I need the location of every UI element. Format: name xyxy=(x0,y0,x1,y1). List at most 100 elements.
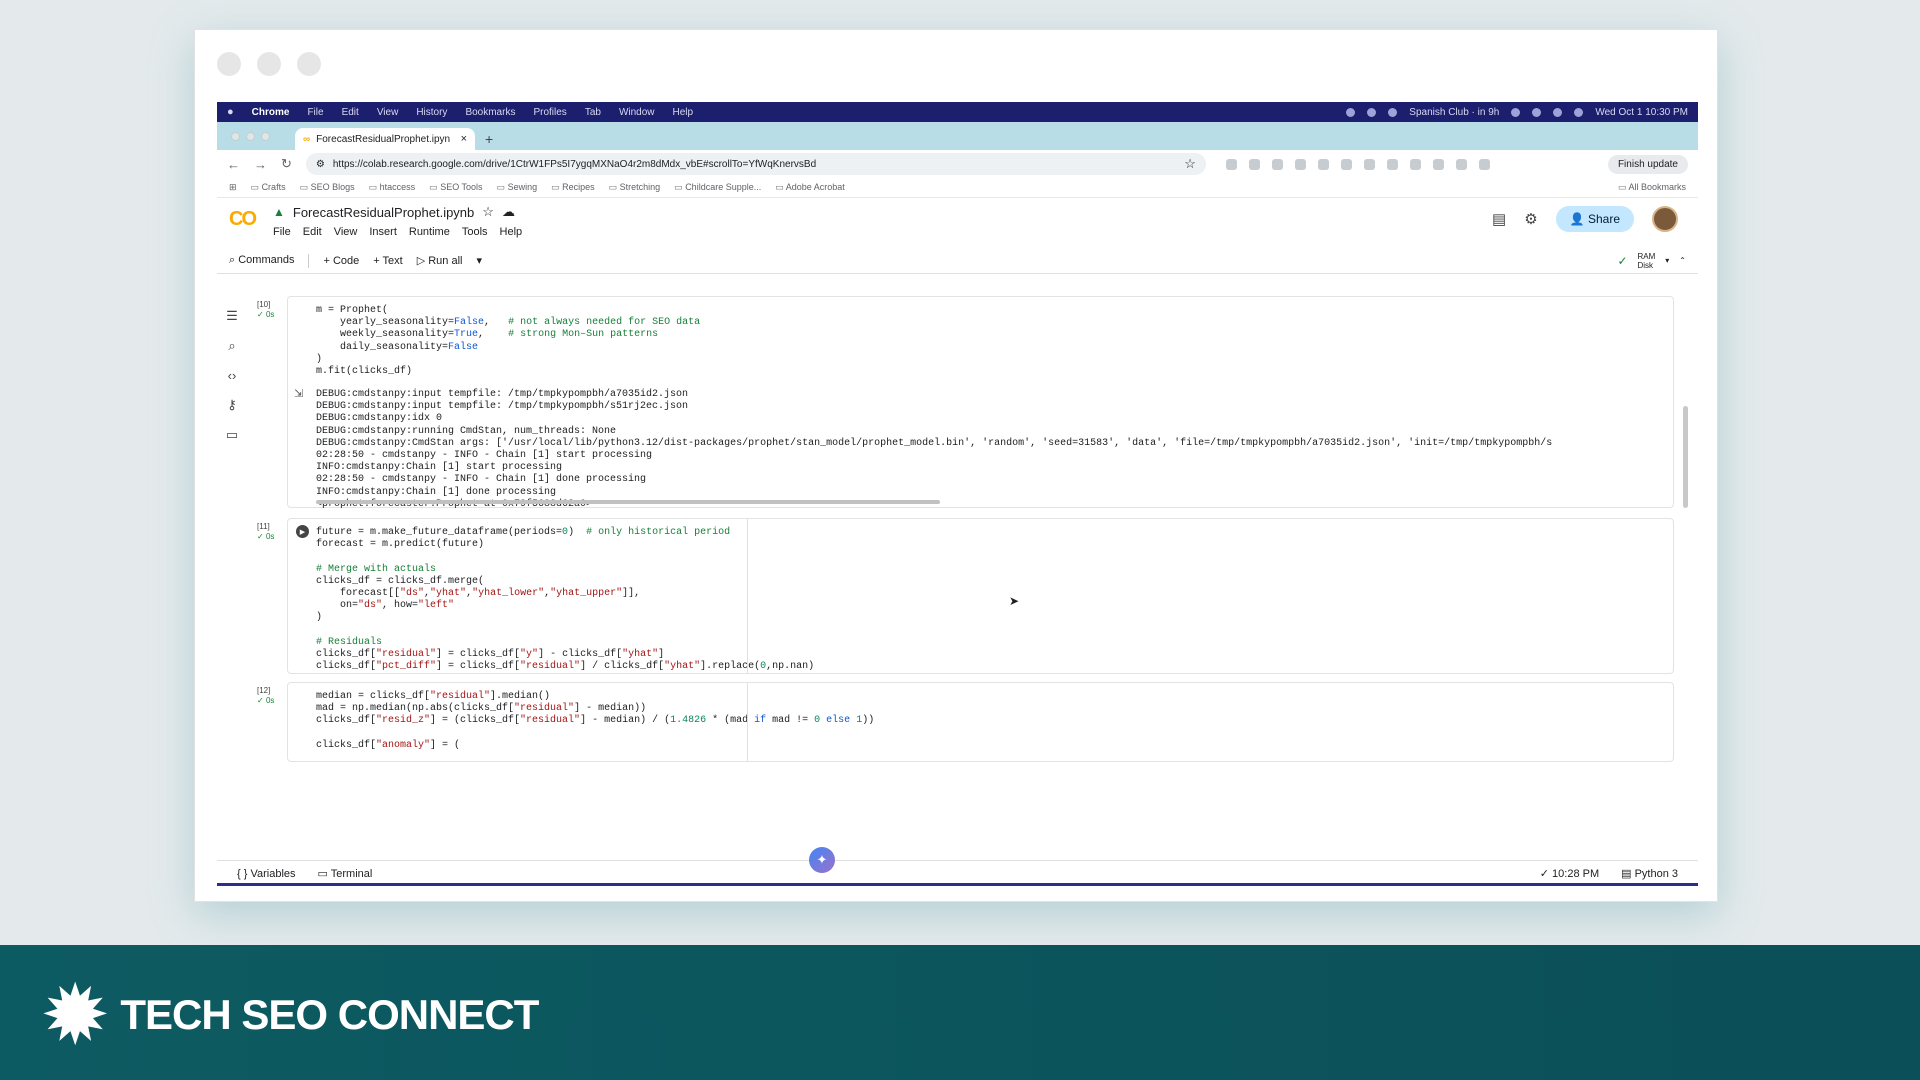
reload-icon[interactable]: ↻ xyxy=(281,156,292,172)
kernel-indicator[interactable]: ▤ Python 3 xyxy=(1621,867,1678,880)
add-text-button[interactable]: + Text xyxy=(373,255,402,267)
close-tab-icon[interactable]: × xyxy=(461,133,467,145)
collapse-icon[interactable]: ⌃ xyxy=(1679,256,1686,265)
menu-edit[interactable]: Edit xyxy=(303,226,322,238)
menu-file[interactable]: File xyxy=(273,226,291,238)
bookmark-item[interactable]: Stretching xyxy=(609,182,661,193)
vertical-scrollbar[interactable] xyxy=(1683,406,1688,508)
bookmark-item[interactable]: Childcare Supple... xyxy=(674,182,761,193)
menu-insert[interactable]: Insert xyxy=(369,226,397,238)
code-text[interactable]: future = m.make_future_dataframe(periods… xyxy=(316,527,814,673)
status-icon[interactable] xyxy=(1346,107,1356,117)
calendar-event[interactable]: Spanish Club · in 9h xyxy=(1409,107,1499,118)
runtime-dropdown-icon[interactable]: ▾ xyxy=(1665,256,1669,265)
gemini-sparkle-icon[interactable]: ✦ xyxy=(809,847,835,873)
status-icon[interactable] xyxy=(1532,107,1542,117)
bookmark-item[interactable]: Sewing xyxy=(497,182,538,193)
run-all-button[interactable]: ▷ Run all xyxy=(417,254,463,267)
secrets-key-icon[interactable]: ⚷ xyxy=(227,397,237,413)
extension-icon[interactable] xyxy=(1432,158,1444,170)
minimize-dot[interactable] xyxy=(246,132,255,141)
horizontal-scrollbar[interactable] xyxy=(316,500,940,504)
code-text[interactable]: median = clicks_df["residual"].median() … xyxy=(316,691,874,752)
colab-logo[interactable]: CO xyxy=(229,208,265,231)
browser-tab[interactable]: ∞ ForecastResidualProphet.ipyn × xyxy=(295,128,475,150)
extension-icon[interactable] xyxy=(1340,158,1352,170)
extension-icon[interactable] xyxy=(1409,158,1421,170)
status-icon[interactable] xyxy=(1388,107,1398,117)
cell-editor[interactable]: median = clicks_df["residual"].median() … xyxy=(287,682,1674,762)
avatar[interactable] xyxy=(1652,206,1678,232)
notebook-name[interactable]: ForecastResidualProphet.ipynb xyxy=(293,205,474,220)
apple-icon[interactable]: ● xyxy=(227,106,234,118)
mac-menu-profiles[interactable]: Profiles xyxy=(533,107,566,118)
extension-icon[interactable] xyxy=(1363,158,1375,170)
star-icon[interactable]: ☆ xyxy=(482,204,494,220)
add-code-button[interactable]: + Code xyxy=(323,255,359,267)
extension-icon[interactable] xyxy=(1225,158,1237,170)
close-dot[interactable] xyxy=(231,132,240,141)
bookmark-item[interactable]: Crafts xyxy=(251,182,286,193)
new-tab-button[interactable]: + xyxy=(485,128,493,150)
status-icon[interactable] xyxy=(1367,107,1377,117)
window-dot[interactable] xyxy=(297,52,321,76)
bookmark-item[interactable]: Adobe Acrobat xyxy=(775,182,845,193)
extension-icon[interactable] xyxy=(1386,158,1398,170)
mac-menu-help[interactable]: Help xyxy=(673,107,694,118)
extension-icon[interactable] xyxy=(1455,158,1467,170)
bookmark-item[interactable]: SEO Blogs xyxy=(300,182,355,193)
menu-tools[interactable]: Tools xyxy=(462,226,488,238)
bookmark-star-icon[interactable]: ☆ xyxy=(1184,156,1196,172)
run-cell-button[interactable]: ▶ xyxy=(296,525,309,538)
mac-menu-bookmarks[interactable]: Bookmarks xyxy=(465,107,515,118)
bookmark-item[interactable]: htaccess xyxy=(369,182,416,193)
finish-update-button[interactable]: Finish update xyxy=(1607,154,1688,174)
settings-gear-icon[interactable]: ⚙ xyxy=(1524,210,1537,228)
window-dot[interactable] xyxy=(217,52,241,76)
mac-menu-window[interactable]: Window xyxy=(619,107,655,118)
mac-menu-edit[interactable]: Edit xyxy=(342,107,359,118)
comment-icon[interactable]: ▤ xyxy=(1492,210,1506,228)
clock[interactable]: Wed Oct 1 10:30 PM xyxy=(1595,107,1688,118)
back-icon[interactable]: ← xyxy=(227,157,240,172)
extension-icon[interactable] xyxy=(1294,158,1306,170)
cloud-icon[interactable]: ☁ xyxy=(502,204,515,220)
output-toggle-icon[interactable]: ⇲ xyxy=(294,387,303,400)
find-icon[interactable]: ⌕ xyxy=(228,338,235,354)
search-icon[interactable] xyxy=(1574,107,1584,117)
cell-editor[interactable]: m = Prophet( yearly_seasonality=False, #… xyxy=(287,296,1674,510)
share-button[interactable]: 👤 Share xyxy=(1555,206,1634,232)
apps-icon[interactable]: ⊞ xyxy=(229,182,237,193)
mac-menu-history[interactable]: History xyxy=(416,107,447,118)
extension-icon[interactable] xyxy=(1317,158,1329,170)
variables-button[interactable]: { } Variables xyxy=(237,868,296,880)
status-icon[interactable] xyxy=(1511,107,1521,117)
mac-menu-view[interactable]: View xyxy=(377,107,399,118)
url-field[interactable]: ⚙ https://colab.research.google.com/driv… xyxy=(305,153,1206,175)
code-text[interactable]: m = Prophet( yearly_seasonality=False, #… xyxy=(316,305,700,378)
forward-icon[interactable]: → xyxy=(254,157,267,172)
cell-editor[interactable]: ▶ future = m.make_future_dataframe(perio… xyxy=(287,518,1674,674)
bookmark-item[interactable]: SEO Tools xyxy=(429,182,482,193)
extension-icon[interactable] xyxy=(1248,158,1260,170)
menu-help[interactable]: Help xyxy=(500,226,523,238)
commands-button[interactable]: ⌕ Commands xyxy=(229,254,294,267)
terminal-button[interactable]: ▭ Terminal xyxy=(318,867,373,880)
wifi-icon[interactable] xyxy=(1553,107,1563,117)
mac-menu-tab[interactable]: Tab xyxy=(585,107,601,118)
code-snippets-icon[interactable]: ‹› xyxy=(228,368,237,383)
mac-menu-file[interactable]: File xyxy=(307,107,323,118)
files-folder-icon[interactable]: ▭ xyxy=(226,427,238,443)
bookmark-item[interactable]: Recipes xyxy=(551,182,595,193)
ram-disk-indicator[interactable]: RAM Disk xyxy=(1638,252,1656,270)
menu-view[interactable]: View xyxy=(334,226,358,238)
extension-icon[interactable] xyxy=(1478,158,1490,170)
zoom-dot[interactable] xyxy=(261,132,270,141)
app-name[interactable]: Chrome xyxy=(252,107,290,118)
all-bookmarks[interactable]: All Bookmarks xyxy=(1618,182,1686,193)
menu-runtime[interactable]: Runtime xyxy=(409,226,450,238)
last-run[interactable]: ✓ 10:28 PM xyxy=(1540,867,1599,880)
toc-icon[interactable]: ☰ xyxy=(226,308,238,324)
site-info-icon[interactable]: ⚙ xyxy=(316,159,325,170)
window-dot[interactable] xyxy=(257,52,281,76)
